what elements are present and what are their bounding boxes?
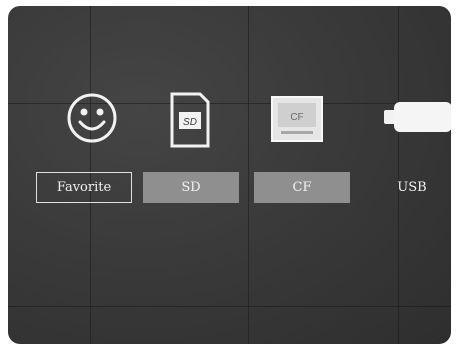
sd-button[interactable]: SD: [143, 172, 239, 203]
grid-line: [8, 306, 451, 307]
favorite-button[interactable]: Favorite: [36, 172, 132, 203]
usb-drive-icon[interactable]: [384, 100, 451, 134]
usb-button[interactable]: USB: [364, 172, 451, 203]
cf-card-icon[interactable]: CF: [269, 94, 325, 144]
cf-button[interactable]: CF: [254, 172, 350, 203]
media-browser-screen: SD CF Favorite SD CF USB: [8, 6, 451, 344]
smiley-icon[interactable]: [66, 92, 118, 144]
cf-label: CF: [292, 180, 312, 195]
sd-icon-label: SD: [183, 117, 197, 128]
sd-card-icon[interactable]: SD: [168, 92, 212, 148]
grid-line: [248, 6, 249, 344]
usb-label: USB: [397, 180, 427, 195]
cf-icon-label: CF: [290, 112, 303, 123]
favorite-label: Favorite: [56, 180, 112, 195]
sd-label: SD: [181, 180, 201, 195]
